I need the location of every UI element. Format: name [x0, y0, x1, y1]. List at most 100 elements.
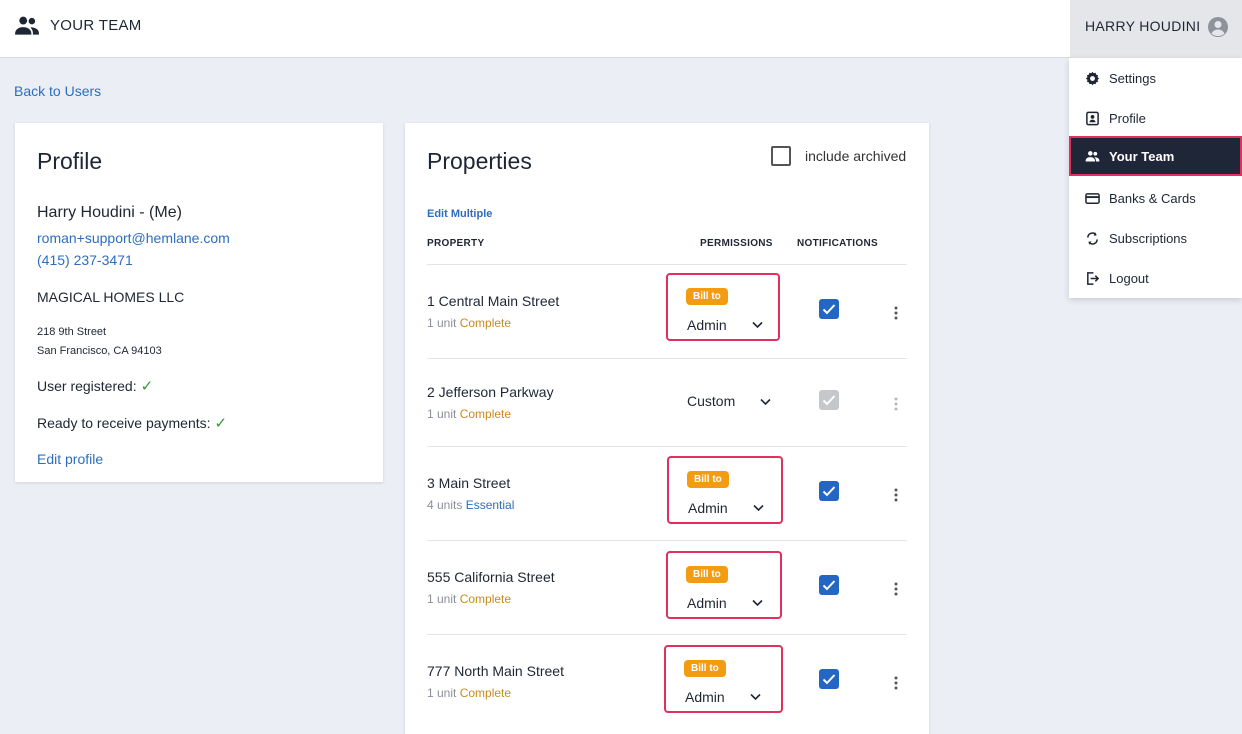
- payments-ready-status: Ready to receive payments: ✓: [37, 414, 227, 432]
- property-name: 1 Central Main Street: [427, 293, 560, 309]
- plan-link[interactable]: Essential: [466, 498, 515, 512]
- bill-to-badge: Bill to: [687, 471, 729, 488]
- chevron-down-icon: [760, 398, 771, 406]
- profile-name: Harry Houdini - (Me): [37, 204, 182, 221]
- unit-count: 1 unit: [427, 316, 457, 330]
- profile-company: MAGICAL HOMES LLC: [37, 289, 185, 305]
- user-dropdown-menu: Settings Profile Your Team Banks & Cards: [1069, 58, 1242, 298]
- divider: [427, 540, 907, 541]
- permission-select[interactable]: Bill to Admin: [666, 273, 780, 341]
- property-name: 2 Jefferson Parkway: [427, 384, 554, 400]
- bill-to-badge: Bill to: [684, 660, 726, 677]
- profile-address-line1: 218 9th Street: [37, 326, 107, 338]
- chevron-down-icon: [753, 504, 764, 512]
- property-units: 1 unit Complete: [427, 407, 511, 421]
- permission-value: Admin: [687, 317, 727, 333]
- gear-icon: [1085, 71, 1100, 85]
- menu-item-label: Profile: [1109, 110, 1146, 126]
- checkmark-icon: [822, 395, 836, 406]
- menu-item-settings[interactable]: Settings: [1069, 58, 1242, 98]
- menu-item-subscriptions[interactable]: Subscriptions: [1069, 218, 1242, 258]
- divider: [427, 634, 907, 635]
- divider: [427, 446, 907, 447]
- credit-card-icon: [1085, 192, 1100, 204]
- property-units: 1 unit Complete: [427, 686, 511, 700]
- top-bar: YOUR TEAM HARRY HOUDINI: [0, 0, 1242, 58]
- more-options-icon[interactable]: [894, 676, 898, 690]
- menu-item-label: Your Team: [1109, 148, 1175, 164]
- menu-item-profile[interactable]: Profile: [1069, 98, 1242, 138]
- property-name: 555 California Street: [427, 569, 555, 585]
- profile-phone-link[interactable]: (415) 237-3471: [37, 252, 133, 268]
- chevron-down-icon: [750, 693, 761, 701]
- property-units: 1 unit Complete: [427, 592, 511, 606]
- team-icon: [1085, 150, 1100, 161]
- profile-heading: Profile: [37, 148, 103, 174]
- notifications-checkbox[interactable]: [819, 575, 839, 595]
- logout-icon: [1087, 271, 1100, 285]
- include-archived-label: include archived: [805, 148, 907, 164]
- menu-item-your-team[interactable]: Your Team: [1069, 136, 1242, 176]
- properties-card: Properties include archived Edit Multipl…: [405, 123, 929, 734]
- menu-item-label: Subscriptions: [1109, 230, 1188, 246]
- plan-link[interactable]: Complete: [460, 407, 511, 421]
- property-units: 1 unit Complete: [427, 316, 511, 330]
- menu-item-label: Logout: [1109, 270, 1149, 286]
- check-icon: ✓: [214, 415, 228, 432]
- edit-profile-link[interactable]: Edit profile: [37, 451, 103, 467]
- user-registered-status: User registered: ✓: [37, 377, 153, 395]
- back-to-users-link[interactable]: Back to Users: [14, 83, 101, 99]
- page-title: YOUR TEAM: [50, 17, 142, 34]
- menu-item-label: Settings: [1109, 70, 1156, 86]
- column-header-property: PROPERTY: [427, 238, 485, 249]
- divider: [427, 264, 907, 265]
- notifications-checkbox[interactable]: [819, 481, 839, 501]
- edit-multiple-link[interactable]: Edit Multiple: [427, 208, 492, 220]
- profile-card-icon: [1086, 111, 1099, 125]
- bill-to-badge: Bill to: [686, 288, 728, 305]
- more-options-icon[interactable]: [894, 582, 898, 596]
- chevron-down-icon: [752, 599, 763, 607]
- notifications-checkbox[interactable]: [819, 669, 839, 689]
- profile-email-link[interactable]: roman+support@hemlane.com: [37, 230, 230, 246]
- column-header-notifications: NOTIFICATIONS: [797, 238, 878, 249]
- more-options-icon: [894, 397, 898, 411]
- menu-item-banks-cards[interactable]: Banks & Cards: [1069, 178, 1242, 218]
- permission-select[interactable]: Bill to Admin: [664, 645, 783, 713]
- plan-link[interactable]: Complete: [460, 686, 511, 700]
- column-header-permissions: PERMISSIONS: [700, 238, 773, 249]
- check-icon: ✓: [140, 378, 154, 395]
- divider: [427, 358, 907, 359]
- include-archived-checkbox[interactable]: [771, 146, 791, 166]
- chevron-down-icon: [752, 321, 763, 329]
- profile-card: Profile Harry Houdini - (Me) roman+suppo…: [15, 123, 383, 482]
- notifications-checkbox[interactable]: [819, 299, 839, 319]
- avatar-icon: [1208, 17, 1228, 37]
- notifications-checkbox: [819, 390, 839, 410]
- plan-link[interactable]: Complete: [460, 316, 511, 330]
- unit-count: 4 units: [427, 498, 463, 512]
- permission-select[interactable]: Bill to Admin: [667, 456, 783, 524]
- checkmark-icon: [822, 674, 836, 685]
- permission-select[interactable]: Bill to Admin: [666, 551, 782, 619]
- user-menu-button[interactable]: HARRY HOUDINI: [1070, 0, 1242, 58]
- property-units: 4 units Essential: [427, 498, 514, 512]
- more-options-icon[interactable]: [894, 306, 898, 320]
- bill-to-badge: Bill to: [686, 566, 728, 583]
- unit-count: 1 unit: [427, 592, 457, 606]
- permission-value: Custom: [687, 393, 736, 409]
- user-name: HARRY HOUDINI: [1085, 18, 1201, 34]
- unit-count: 1 unit: [427, 407, 457, 421]
- menu-item-label: Banks & Cards: [1109, 190, 1196, 206]
- refresh-icon: [1087, 231, 1098, 245]
- checkmark-icon: [822, 580, 836, 591]
- permission-value: Admin: [687, 595, 727, 611]
- plan-link[interactable]: Complete: [460, 592, 511, 606]
- menu-item-logout[interactable]: Logout: [1069, 258, 1242, 298]
- more-options-icon[interactable]: [894, 488, 898, 502]
- checkmark-icon: [822, 486, 836, 497]
- property-name: 777 North Main Street: [427, 663, 564, 679]
- team-icon: [15, 16, 39, 35]
- unit-count: 1 unit: [427, 686, 457, 700]
- permission-value: Admin: [685, 689, 725, 705]
